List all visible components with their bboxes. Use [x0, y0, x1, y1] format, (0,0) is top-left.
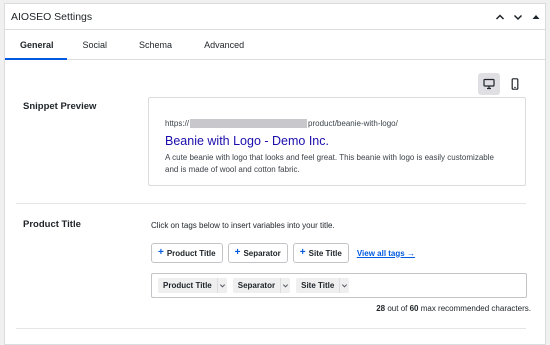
chevron-down-icon: [342, 284, 348, 288]
view-all-tags-link[interactable]: View all tags →: [357, 249, 415, 258]
tag-buttons: + Product Title + Separator + Site Title Vi…: [151, 243, 415, 263]
desktop-icon: [483, 78, 495, 90]
toggle-panel-button[interactable]: [527, 4, 545, 30]
tab-schema[interactable]: Schema: [123, 30, 188, 59]
snippet-url: https:// product/beanie-with-logo/: [165, 118, 509, 128]
tab-social[interactable]: Social: [67, 30, 124, 59]
plus-icon: +: [299, 247, 306, 258]
section-divider: [16, 328, 526, 329]
add-site-title-tag-button[interactable]: + Site Title: [292, 243, 349, 263]
chevron-down-icon: [513, 14, 523, 20]
tag-button-label: Product Title: [166, 248, 216, 258]
tab-advanced[interactable]: Advanced: [188, 30, 260, 59]
tab-general[interactable]: General: [5, 30, 67, 60]
tab-label: Social: [82, 39, 108, 50]
count-mid: out of: [385, 304, 410, 313]
tag-chip-product-title[interactable]: Product Title: [158, 278, 227, 293]
plus-icon: +: [158, 247, 164, 258]
count-max: 60: [409, 304, 419, 313]
plus-icon: +: [234, 247, 241, 258]
move-down-button[interactable]: [509, 4, 527, 30]
tag-chip-site-title[interactable]: Site Title: [296, 278, 350, 293]
snippet-title: Beanie with Logo - Demo Inc.: [165, 134, 329, 148]
tag-chip-separator[interactable]: Separator: [232, 278, 291, 293]
url-redaction: [190, 118, 308, 128]
tab-label: General: [20, 39, 54, 50]
chip-dropdown[interactable]: [216, 278, 227, 293]
mobile-preview-button[interactable]: [504, 73, 526, 95]
snippet-preview-label: Snippet Preview: [23, 101, 97, 112]
panel-header: AIOSEO Settings: [5, 4, 545, 30]
chip-dropdown[interactable]: [339, 278, 349, 293]
chip-label: Separator: [237, 281, 276, 290]
tag-button-label: Separator: [243, 248, 281, 258]
chevron-down-icon: [283, 284, 289, 288]
snippet-url-suffix: product/beanie-with-logo/: [308, 118, 398, 128]
tag-button-label: Site Title: [308, 248, 342, 258]
snippet-description: A cute beanie with logo that looks and f…: [165, 153, 494, 174]
chevron-up-icon: [495, 13, 505, 20]
add-product-title-tag-button[interactable]: + Product Title: [151, 243, 223, 263]
product-title-input[interactable]: Product Title Separator Site Title: [151, 273, 527, 298]
tab-label: Schema: [139, 39, 173, 50]
chip-label: Product Title: [163, 281, 212, 290]
chip-dropdown[interactable]: [280, 278, 290, 293]
caret-up-icon: [532, 14, 540, 19]
section-divider: [16, 203, 526, 204]
product-title-label: Product Title: [23, 219, 81, 230]
count-value: 28: [376, 304, 386, 313]
character-count: 28 out of 60 max recommended characters.: [376, 304, 531, 313]
panel-title: AIOSEO Settings: [11, 10, 93, 23]
add-separator-tag-button[interactable]: + Separator: [227, 243, 288, 263]
product-title-help: Click on tags below to insert variables …: [151, 221, 335, 230]
mobile-icon: [511, 78, 519, 90]
snippet-preview-box: https:// product/beanie-with-logo/ Beani…: [148, 97, 526, 186]
device-toggle: [478, 73, 526, 95]
count-suffix: max recommended characters.: [418, 304, 531, 313]
tab-label: Advanced: [204, 39, 245, 50]
chevron-down-icon: [219, 284, 225, 288]
panel-header-buttons: [491, 4, 545, 29]
desktop-preview-button[interactable]: [478, 73, 500, 95]
chip-label: Site Title: [301, 281, 335, 290]
snippet-url-prefix: https://: [165, 118, 190, 128]
move-up-button[interactable]: [491, 4, 509, 30]
settings-tabs: General Social Schema Advanced: [5, 30, 545, 60]
